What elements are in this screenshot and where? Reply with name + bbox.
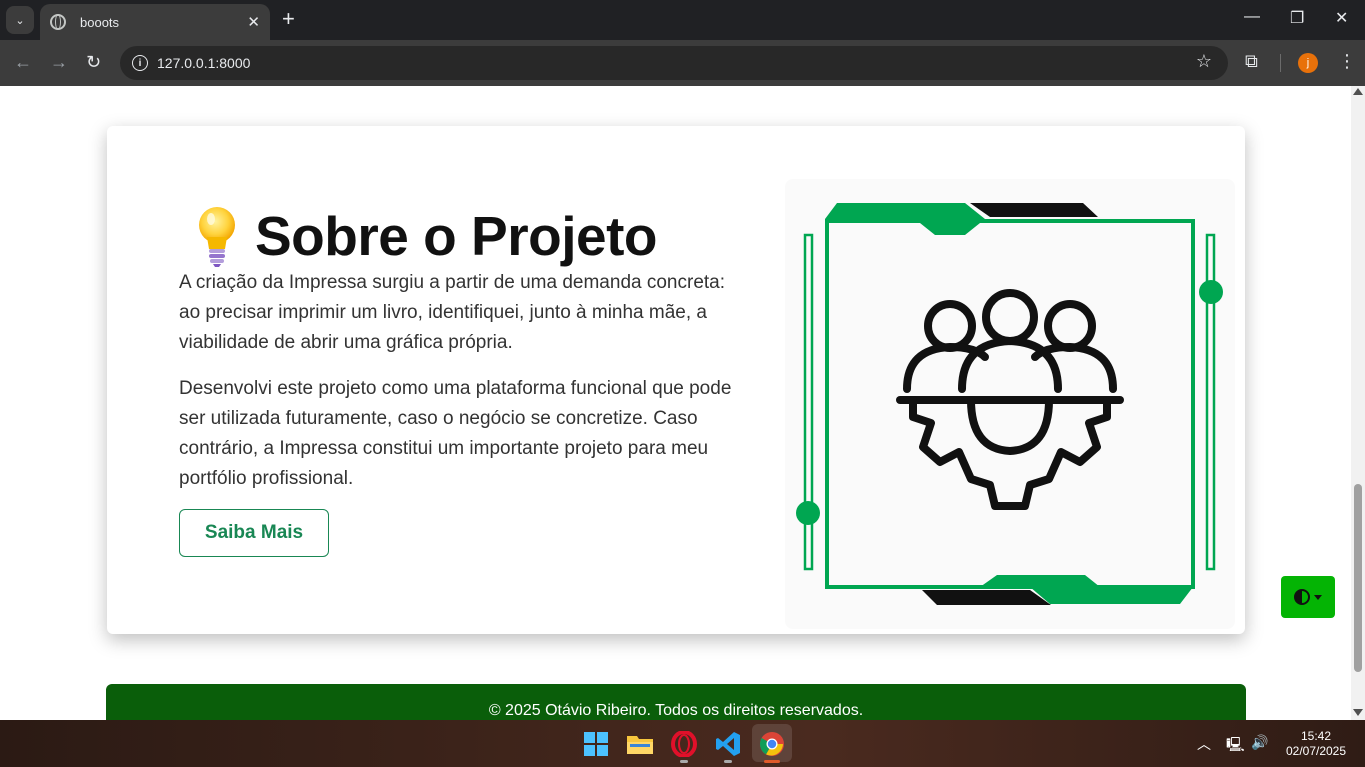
about-card: Sobre o Projeto A criação da Impressa su…	[107, 126, 1245, 634]
footer-copyright: © 2025 Otávio Ribeiro. Todos os direitos…	[488, 702, 864, 719]
page-title: Sobre o Projeto	[255, 205, 658, 267]
vscode-running-indicator	[724, 760, 732, 763]
toolbar-divider	[1280, 54, 1281, 72]
opera-running-indicator	[680, 760, 688, 763]
reload-button[interactable]: ↻	[86, 52, 101, 72]
chrome-active-indicator	[764, 760, 780, 763]
tab-title: booots	[80, 14, 120, 30]
clock-time: 15:42	[1300, 729, 1332, 743]
windows-taskbar: ︿ 🖳 🔊 15:42 02/07/2025	[0, 720, 1365, 767]
lightbulb-icon	[199, 207, 235, 267]
new-tab-button[interactable]: +	[282, 8, 295, 30]
team-gear-icon	[796, 203, 1223, 605]
caret-down-icon	[1314, 594, 1322, 600]
about-paragraph-2: Desenvolvi este projeto como uma platafo…	[179, 378, 732, 489]
chrome-icon[interactable]	[757, 729, 787, 759]
team-gear-illustration	[785, 179, 1235, 629]
close-window-button[interactable]: ✕	[1335, 8, 1348, 28]
system-clock[interactable]: 15:42 02/07/2025	[1278, 729, 1354, 759]
menu-kebab-icon[interactable]: ⋮	[1338, 51, 1356, 72]
close-tab-icon[interactable]: ✕	[247, 13, 260, 31]
forward-button[interactable]: →	[50, 52, 68, 72]
show-hidden-icons-chevron-icon[interactable]: ︿	[1197, 734, 1211, 754]
browser-tab[interactable]: booots ✕	[40, 4, 270, 40]
bookmark-star-icon[interactable]: ☆	[1196, 51, 1212, 72]
browser-toolbar: ← → ↻ i 127.0.0.1:8000 ☆ ⧉ ⋮	[0, 40, 1365, 86]
profile-avatar[interactable]: j	[1298, 53, 1318, 73]
globe-icon	[50, 14, 66, 30]
page-viewport: Sobre o Projeto A criação da Impressa su…	[0, 86, 1351, 720]
scroll-thumb[interactable]	[1354, 484, 1362, 672]
back-button[interactable]: ←	[14, 52, 32, 72]
about-paragraph-1: A criação da Impressa surgiu a partir de…	[179, 272, 726, 353]
url-text: 127.0.0.1:8000	[157, 55, 251, 71]
file-explorer-icon[interactable]	[625, 729, 655, 759]
theme-toggle-button[interactable]	[1281, 576, 1335, 618]
restore-button[interactable]: ❐	[1290, 8, 1304, 28]
windows-start-icon[interactable]	[581, 729, 611, 759]
page-footer: © 2025 Otávio Ribeiro. Todos os direitos…	[106, 684, 1246, 720]
opera-icon[interactable]	[669, 729, 699, 759]
address-bar[interactable]: i 127.0.0.1:8000 ☆	[120, 46, 1228, 80]
extensions-icon[interactable]: ⧉	[1245, 51, 1258, 72]
network-icon[interactable]: 🖳	[1226, 734, 1245, 758]
volume-icon[interactable]: 🔊	[1251, 734, 1268, 751]
browser-tabbar: ⌄ booots ✕ + — ❐ ✕	[0, 0, 1365, 40]
scroll-up-arrow-icon[interactable]	[1353, 88, 1363, 95]
scroll-down-arrow-icon[interactable]	[1353, 709, 1363, 716]
vscode-icon[interactable]	[713, 729, 743, 759]
saiba-mais-button[interactable]: Saiba Mais	[179, 509, 329, 557]
tab-search-button[interactable]: ⌄	[6, 6, 34, 34]
contrast-icon	[1294, 589, 1310, 605]
clock-date: 02/07/2025	[1285, 744, 1347, 758]
site-info-icon[interactable]: i	[132, 55, 148, 71]
minimize-button[interactable]: —	[1244, 8, 1260, 26]
page-scrollbar[interactable]	[1351, 86, 1365, 720]
about-heading: Sobre o Projeto	[179, 204, 658, 268]
